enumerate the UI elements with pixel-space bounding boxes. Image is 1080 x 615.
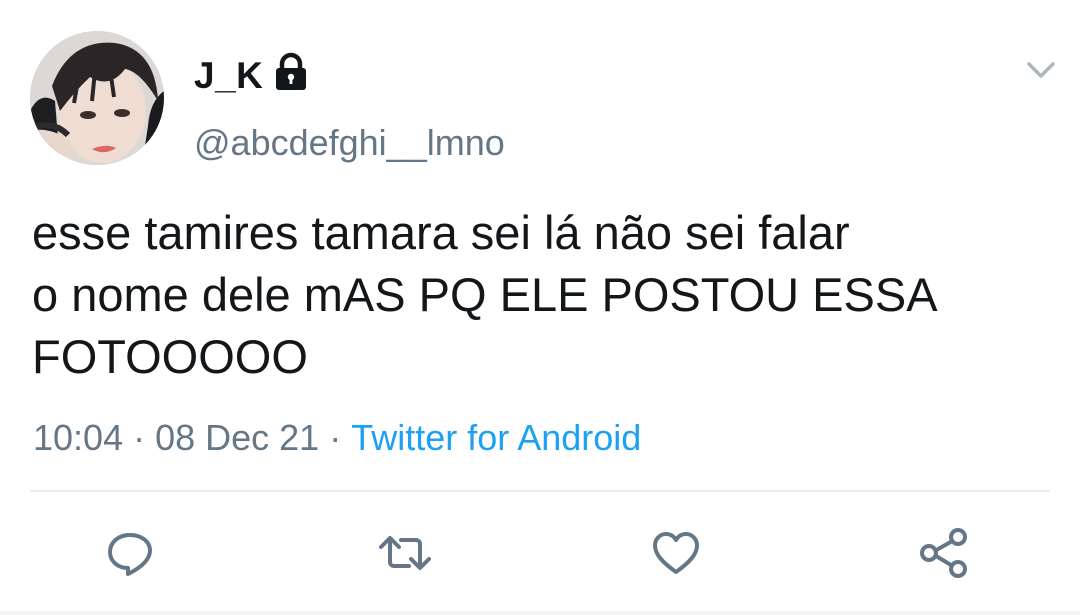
reply-icon [108,533,152,576]
share-button[interactable] [916,525,972,581]
lock-icon [271,52,311,92]
meta-separator: · [329,417,342,458]
bottom-border [0,611,1080,615]
author-handle[interactable]: @abcdefghi__lmno [194,121,505,165]
display-name[interactable]: J_K [194,55,263,97]
tweet-text: esse tamires tamara sei lá não sei falar… [32,206,938,383]
tweet-meta: 10:04 · 08 Dec 21 · Twitter for Android [33,416,641,460]
tweet-time: 10:04 [33,417,124,458]
avatar-image [30,31,164,165]
heart-icon [653,532,699,574]
chevron-down-icon[interactable] [1024,55,1058,85]
share-icon [920,528,967,578]
reply-button[interactable] [102,525,158,581]
retweet-button[interactable] [377,525,433,581]
divider [30,490,1050,492]
tweet-card: J_K @abcdefghi__lmno esse tamires tamara… [0,0,1080,615]
meta-separator: · [133,417,146,458]
tweet-source-link[interactable]: Twitter for Android [351,417,641,458]
retweet-icon [379,536,431,570]
tweet-date: 08 Dec 21 [155,417,320,458]
like-button[interactable] [648,525,704,581]
avatar[interactable] [30,31,164,165]
